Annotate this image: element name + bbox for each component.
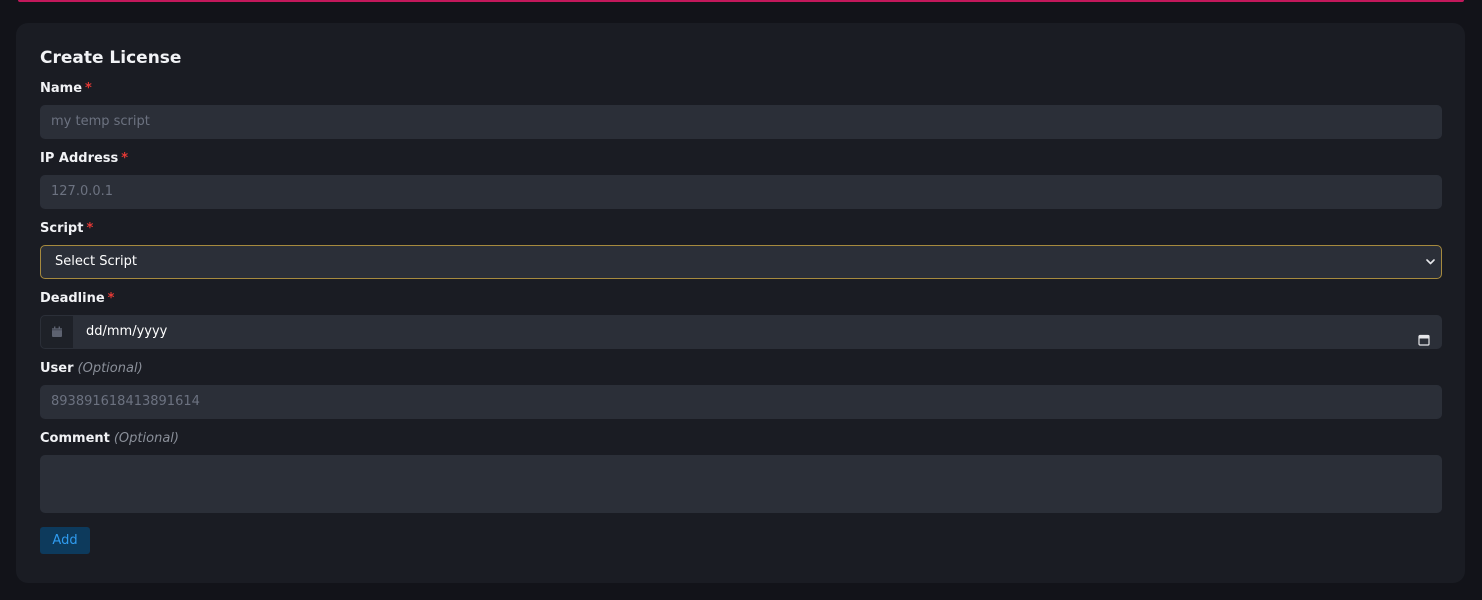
- date-picker-calendar-icon[interactable]: [1418, 326, 1430, 346]
- comment-field-group: Comment (Optional): [40, 431, 1442, 513]
- script-label: Script *: [40, 221, 1441, 237]
- top-accent-bar: [18, 0, 1464, 2]
- page-title: Create License: [40, 48, 182, 68]
- comment-label: Comment (Optional): [40, 431, 1441, 447]
- add-button[interactable]: Add: [40, 527, 90, 554]
- deadline-date-input[interactable]: dd/mm/yyyy: [74, 315, 1442, 349]
- deadline-label-text: Deadline: [40, 291, 105, 306]
- name-label-text: Name: [40, 81, 83, 96]
- script-field-group: Script * Select Script: [40, 221, 1442, 279]
- optional-hint: (Optional): [113, 431, 179, 446]
- deadline-input-group: dd/mm/yyyy: [40, 315, 1442, 349]
- ip-field-group: IP Address * 127.0.0.1: [40, 151, 1442, 209]
- ip-address-input[interactable]: 127.0.0.1: [40, 175, 1442, 209]
- comment-textarea[interactable]: [40, 455, 1442, 513]
- required-mark: *: [121, 151, 129, 166]
- ip-label: IP Address *: [40, 151, 1441, 167]
- user-label: User (Optional): [40, 361, 1441, 377]
- create-license-card: Create License Name * my temp script IP A…: [16, 23, 1465, 583]
- required-mark: *: [85, 81, 92, 96]
- name-input[interactable]: my temp script: [40, 105, 1442, 139]
- ip-label-text: IP Address: [40, 151, 119, 166]
- required-mark: *: [86, 221, 94, 236]
- script-label-text: Script: [40, 221, 84, 236]
- name-field-group: Name * my temp script: [40, 81, 1442, 139]
- optional-hint: (Optional): [77, 361, 143, 376]
- calendar-icon: [40, 315, 74, 349]
- user-label-text: User: [40, 361, 74, 376]
- script-select[interactable]: Select Script: [40, 245, 1442, 279]
- comment-label-text: Comment: [40, 431, 110, 446]
- required-mark: *: [107, 291, 115, 306]
- script-select-value: Select Script: [55, 254, 137, 269]
- deadline-date-value: dd/mm/yyyy: [86, 324, 168, 339]
- user-input[interactable]: 893891618413891614: [40, 385, 1442, 419]
- chevron-down-icon: [1425, 246, 1435, 278]
- deadline-field-group: Deadline * dd/mm/yyyy: [40, 291, 1442, 349]
- name-label: Name *: [40, 81, 1441, 97]
- deadline-label: Deadline *: [40, 291, 1441, 307]
- user-field-group: User (Optional) 893891618413891614: [40, 361, 1442, 419]
